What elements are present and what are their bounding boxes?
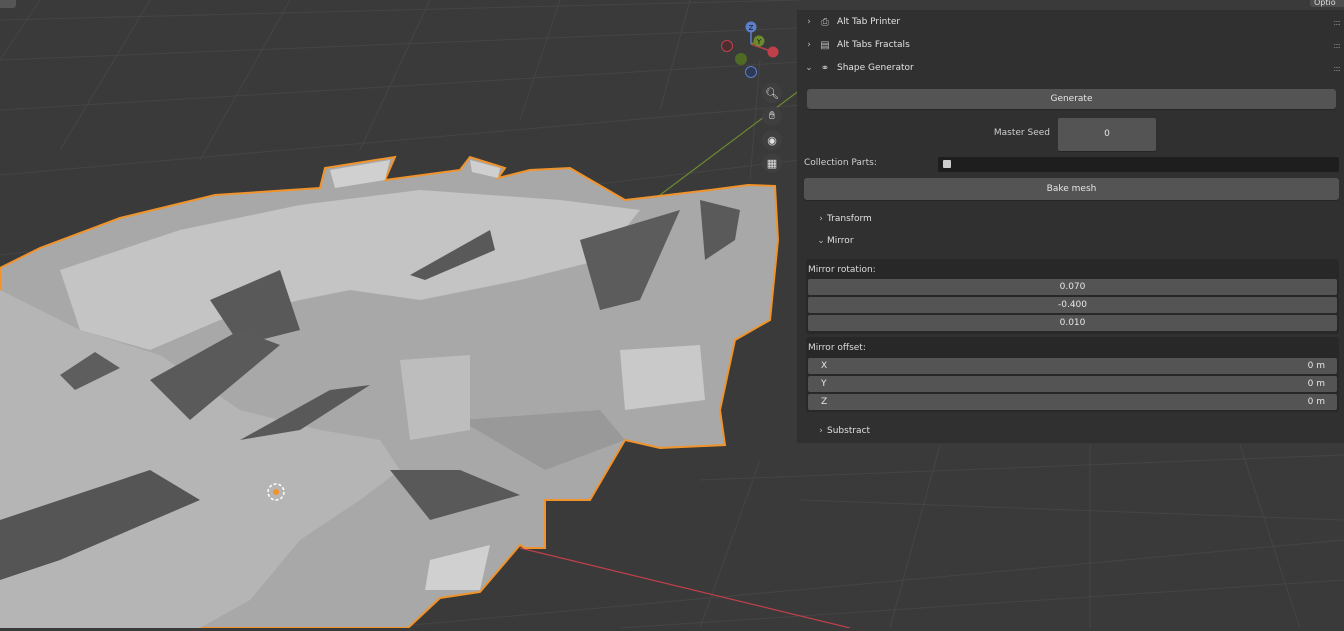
chevron-down-icon: ⌄ [817, 236, 825, 246]
axis-label: Z [821, 397, 828, 407]
subpanel-transform[interactable]: › Transform [815, 214, 872, 224]
subpanel-label: Mirror [827, 236, 854, 246]
panel-label: Alt Tab Printer [837, 17, 901, 27]
zoom-icon[interactable]: 🔍︎ [762, 83, 782, 103]
axis-label: Y [821, 379, 827, 389]
panel-alt-tab-printer[interactable]: › ⎙ Alt Tab Printer :::: [801, 11, 1344, 33]
panel-shape-generator[interactable]: ⌄ ⚭ Shape Generator :::: [801, 57, 1344, 79]
mirror-rotation-field-1[interactable]: -0.400 [808, 297, 1337, 313]
mirror-rotation-label: Mirror rotation: [808, 265, 876, 275]
panel-label: Shape Generator [837, 63, 914, 73]
generate-button[interactable]: Generate [807, 89, 1336, 109]
axis-value: 0 m [1307, 397, 1325, 407]
gizmo-z-label: Z [749, 24, 754, 32]
shape-icon: ⚭ [820, 62, 830, 74]
drag-handle-icon[interactable]: :::: [1333, 41, 1341, 50]
master-seed-label: Master Seed [993, 128, 1050, 138]
subpanel-substract[interactable]: › Substract [815, 426, 870, 436]
subpanel-mirror[interactable]: ⌄ Mirror [815, 236, 854, 246]
chevron-right-icon: › [807, 40, 811, 50]
collection-parts-label: Collection Parts: [804, 158, 877, 168]
subpanel-label: Transform [827, 214, 872, 224]
drag-handle-icon[interactable]: :::: [1333, 18, 1341, 27]
chevron-right-icon: › [819, 214, 823, 224]
master-seed-field[interactable]: 0 [1058, 118, 1156, 151]
mirror-rotation-box: Mirror rotation: 0.070 -0.400 0.010 [806, 259, 1339, 334]
subpanel-label: Substract [827, 426, 871, 436]
panel-alt-tabs-fractals[interactable]: › ▤ Alt Tabs Fractals :::: [801, 34, 1344, 56]
mirror-rotation-field-0[interactable]: 0.070 [808, 279, 1337, 295]
hand-icon[interactable]: ✋︎ [762, 106, 782, 126]
options-button[interactable]: Optio [1310, 0, 1344, 7]
camera-icon[interactable]: ◉ [762, 130, 782, 150]
axis-label: X [821, 361, 828, 371]
mirror-offset-label: Mirror offset: [808, 343, 866, 353]
panel-label: Alt Tabs Fractals [837, 40, 910, 50]
bake-mesh-button[interactable]: Bake mesh [804, 178, 1339, 200]
axis-value: 0 m [1307, 361, 1325, 371]
drag-handle-icon[interactable]: :::: [1333, 64, 1341, 73]
printer-icon: ⎙ [821, 16, 829, 28]
fractal-icon: ▤ [820, 39, 830, 51]
mirror-offset-y-field[interactable]: Y 0 m [808, 376, 1337, 392]
axis-value: 0 m [1307, 379, 1325, 389]
chevron-right-icon: › [819, 426, 823, 436]
mirror-offset-z-field[interactable]: Z 0 m [808, 394, 1337, 410]
chevron-right-icon: › [807, 17, 811, 27]
editor-type-button[interactable] [0, 0, 16, 8]
grid-icon[interactable]: ▦ [762, 153, 782, 173]
gizmo-y-label: Y [756, 38, 762, 46]
collection-parts-field[interactable] [938, 157, 1339, 172]
mirror-rotation-field-2[interactable]: 0.010 [808, 315, 1337, 331]
mirror-offset-x-field[interactable]: X 0 m [808, 358, 1337, 374]
mirror-offset-box: Mirror offset: X 0 m Y 0 m Z 0 m [806, 337, 1339, 412]
collection-icon [943, 160, 951, 168]
chevron-down-icon: ⌄ [805, 63, 813, 73]
